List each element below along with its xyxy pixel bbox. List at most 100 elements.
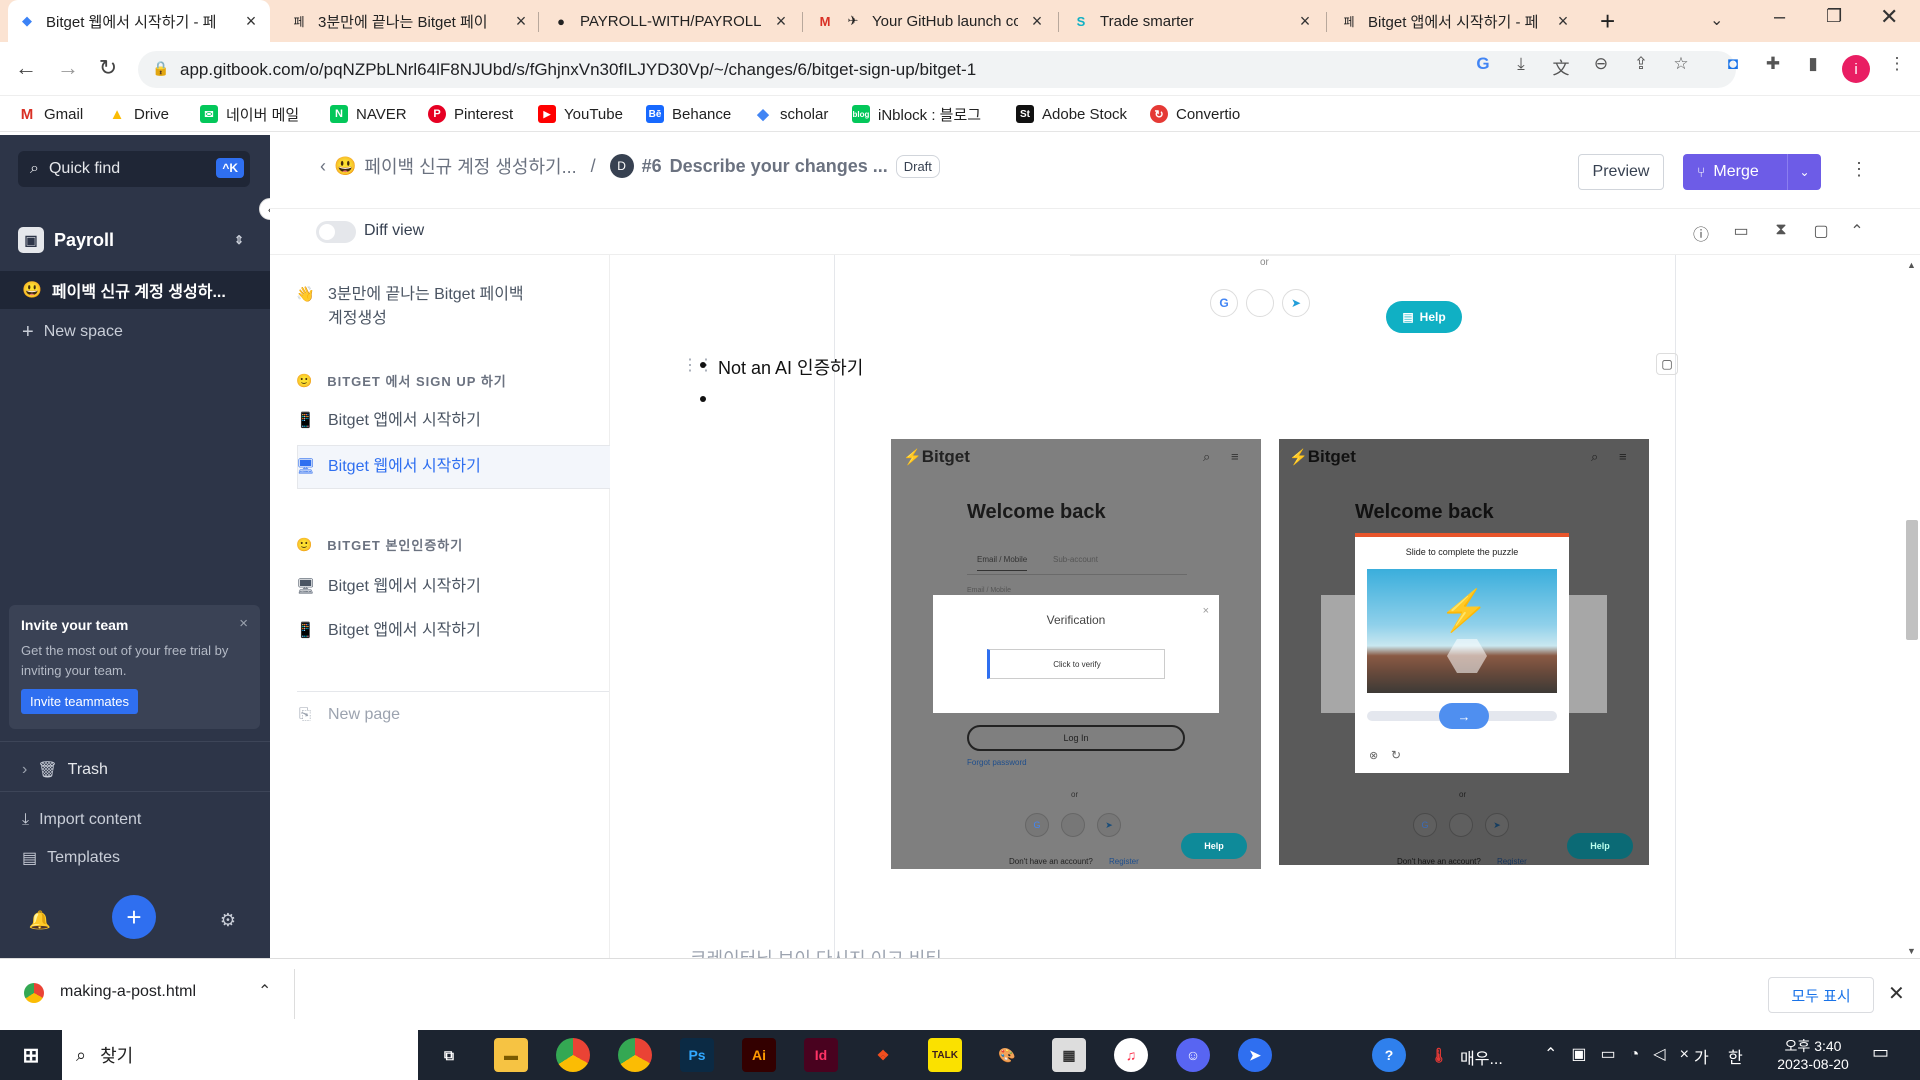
bell-icon[interactable]: 🔔	[27, 907, 53, 933]
gear-icon[interactable]: ⚙	[215, 907, 241, 933]
new-tab-button[interactable]: +	[1600, 6, 1615, 37]
quick-find-button[interactable]: ⌕ Quick find ^K	[18, 151, 250, 187]
close-icon[interactable]: ×	[772, 11, 790, 32]
sidepanel-icon[interactable]: ▮	[1802, 54, 1824, 74]
tab-bitget-web[interactable]: ◆ Bitget 웹에서 시작하기 - 페 ×	[8, 0, 270, 42]
close-icon[interactable]: ×	[1296, 11, 1314, 32]
bookmark-youtube[interactable]: ▶ YouTube	[538, 102, 623, 126]
breadcrumb-space[interactable]: 페이백 신규 계정 생성하기...	[364, 153, 576, 179]
group-verification[interactable]: 🙂 BITGET 본인인증하기	[296, 535, 463, 554]
url-input[interactable]: 🔒 app.gitbook.com/o/pqNZPbLNrl64lF8NJUbd…	[138, 51, 1736, 88]
discord-icon[interactable]: ☺	[1176, 1038, 1210, 1072]
invite-teammates-button[interactable]: Invite teammates	[21, 689, 138, 714]
task-view-icon[interactable]: ⧉	[432, 1038, 466, 1072]
close-icon[interactable]: ×	[242, 11, 260, 32]
help-icon[interactable]: ?	[1372, 1038, 1406, 1072]
ime-indicator[interactable]: 가	[1694, 1044, 1709, 1068]
calculator-icon[interactable]: ▦	[1052, 1038, 1086, 1072]
kakaotalk-icon[interactable]: TALK	[928, 1038, 962, 1072]
page-intro[interactable]: 👋 3분만에 끝나는 Bitget 페이백 계정생성	[296, 283, 536, 331]
close-icon[interactable]: ×	[512, 11, 530, 32]
chrome-icon[interactable]	[556, 1038, 590, 1072]
itunes-icon[interactable]: ♫	[1114, 1038, 1148, 1072]
extension-icon[interactable]: ◘	[1722, 54, 1744, 74]
puzzle-icon[interactable]: ✚	[1762, 54, 1784, 74]
new-page-button[interactable]: ⎘ New page	[296, 703, 606, 727]
bookmark-convertio[interactable]: ↻ Convertio	[1150, 102, 1240, 126]
chevron-up-icon[interactable]: ⌃	[258, 981, 271, 1001]
profile-avatar[interactable]: i	[1842, 55, 1870, 83]
more-icon[interactable]: ⋮	[1850, 159, 1868, 180]
close-icon[interactable]: ✕	[1888, 981, 1905, 1006]
preview-button[interactable]: Preview	[1578, 154, 1664, 190]
share-icon[interactable]: ⇪	[1630, 54, 1652, 74]
new-space-button[interactable]: + New space	[0, 313, 270, 351]
drag-handle-icon[interactable]: ⋮⋮	[682, 355, 714, 375]
bookmark-scholar[interactable]: ◆ scholar	[754, 102, 828, 126]
maximize-button[interactable]: ❐	[1826, 6, 1842, 27]
change-title[interactable]: Describe your changes ...	[670, 156, 888, 177]
translate-icon[interactable]: 文	[1550, 54, 1572, 79]
window-close-button[interactable]: ✕	[1880, 4, 1898, 30]
space-switcher[interactable]: ▣ Payroll ⇕	[0, 221, 270, 259]
inbox-icon[interactable]: ▭	[1730, 221, 1752, 243]
download-file[interactable]: making-a-post.html	[60, 983, 196, 1001]
tab-search-icon[interactable]: ⌄	[1710, 10, 1723, 30]
chrome-active-icon[interactable]	[618, 1038, 652, 1072]
tab-trade[interactable]: S Trade smarter ×	[1062, 0, 1324, 42]
diff-view-toggle[interactable]	[316, 221, 356, 243]
clock-date[interactable]: 2023-08-20	[1766, 1056, 1860, 1072]
figma-icon[interactable]: ❖	[866, 1038, 900, 1072]
bookmark-behance[interactable]: Bē Behance	[646, 102, 731, 126]
photoshop-icon[interactable]: Ps	[680, 1038, 714, 1072]
language-indicator[interactable]: 한	[1728, 1044, 1743, 1068]
info-icon[interactable]: ⓘ	[1690, 221, 1712, 244]
weather-text[interactable]: 매우...	[1460, 1045, 1503, 1069]
forward-icon[interactable]: →	[54, 55, 82, 81]
install-icon[interactable]: ⤓	[1510, 54, 1532, 74]
close-icon[interactable]: ×	[1554, 11, 1572, 32]
taskbar-search[interactable]: ⌕ 찾기	[62, 1030, 418, 1080]
back-icon[interactable]: ←	[12, 55, 40, 81]
chevron-up-icon[interactable]: ⌃	[1846, 221, 1868, 243]
app-icon[interactable]: ➤	[1238, 1038, 1272, 1072]
bookmark-adobe-stock[interactable]: St Adobe Stock	[1016, 102, 1127, 126]
bookmark-naver-mail[interactable]: ✉ 네이버 메일	[200, 102, 299, 126]
tab-gmail[interactable]: M ✈ Your GitHub launch co ×	[806, 0, 1056, 42]
sidebar-item-payback[interactable]: 😃 페이백 신규 계정 생성하...	[0, 271, 270, 309]
templates-button[interactable]: ▤ Templates	[0, 839, 270, 877]
merge-button[interactable]: ⑂ Merge ⌄	[1683, 154, 1821, 190]
minimize-button[interactable]: –	[1774, 6, 1785, 29]
zoom-icon[interactable]: ⊖	[1590, 54, 1612, 74]
close-icon[interactable]: ×	[1028, 11, 1046, 32]
bookmark-gmail[interactable]: M Gmail	[18, 102, 83, 126]
page-bitget-app[interactable]: 📱 Bitget 앱에서 시작하기	[296, 409, 606, 433]
show-all-button[interactable]: 모두 표시	[1768, 977, 1874, 1013]
tab-payback[interactable]: 페 3분만에 끝나는 Bitget 페이 ×	[280, 0, 540, 42]
page-verify-app[interactable]: 📱 Bitget 앱에서 시작하기	[296, 619, 606, 643]
bookmark-pinterest[interactable]: P Pinterest	[428, 102, 513, 126]
indesign-icon[interactable]: Id	[804, 1038, 838, 1072]
page-bitget-web[interactable]: 🖥 Bitget 웹에서 시작하기	[296, 455, 606, 479]
file-explorer-icon[interactable]: ▬	[494, 1038, 528, 1072]
bookmark-drive[interactable]: ▲ Drive	[108, 102, 169, 126]
bookmark-naver[interactable]: N NAVER	[330, 102, 407, 126]
create-button[interactable]: +	[112, 895, 156, 939]
close-icon[interactable]: ×	[239, 615, 248, 632]
import-content-button[interactable]: ⤓ Import content	[0, 801, 270, 839]
google-icon[interactable]: G	[1472, 54, 1494, 74]
tray-icons[interactable]: ⌃▣▭◔◁×	[1544, 1044, 1703, 1064]
comment-icon[interactable]: ▢	[1656, 353, 1678, 375]
comment-icon[interactable]: ▢	[1810, 221, 1832, 243]
back-chevron-icon[interactable]: ‹	[320, 156, 326, 177]
windows-start-icon[interactable]: ⊞	[14, 1038, 48, 1072]
notification-icon[interactable]: ▭	[1872, 1042, 1889, 1063]
star-icon[interactable]: ☆	[1670, 54, 1692, 74]
chevron-down-icon[interactable]: ⌄	[1787, 154, 1821, 190]
bullet-text[interactable]: Not an AI 인증하기	[718, 354, 863, 380]
hourglass-icon[interactable]: ⧗	[1770, 221, 1792, 243]
sidebar-item-trash[interactable]: › 🗑 Trash	[0, 751, 270, 789]
tab-bitget-app[interactable]: 페 Bitget 앱에서 시작하기 - 페 ×	[1330, 0, 1582, 42]
illustrator-icon[interactable]: Ai	[742, 1038, 776, 1072]
group-sign-up[interactable]: 🙂 BITGET 에서 SIGN UP 하기	[296, 371, 507, 390]
